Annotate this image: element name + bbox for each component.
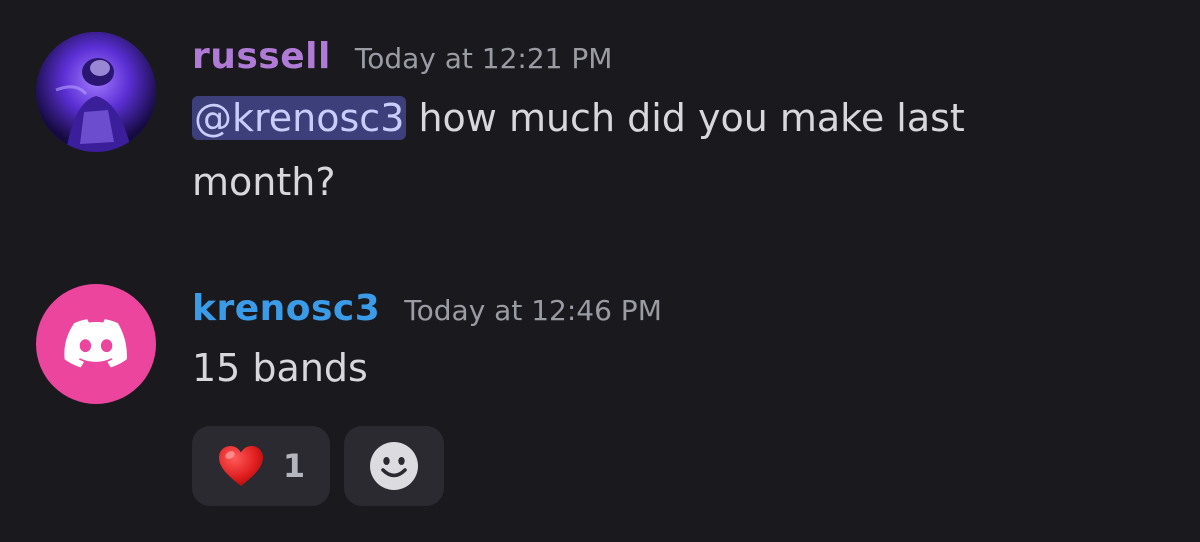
smiley-face-icon (370, 442, 418, 490)
message-content: 15 bands (192, 336, 1092, 400)
discord-logo-icon (64, 319, 127, 368)
message-header: krenosc3 Today at 12:46 PM (192, 288, 662, 329)
message-text: 15 bands (192, 346, 368, 390)
heart-emoji-icon (218, 446, 263, 486)
user-avatar-krenosc3[interactable] (36, 284, 156, 404)
chat-log: russell Today at 12:21 PM @krenosc3 how … (0, 0, 1200, 542)
reactions-bar: 1 (192, 426, 444, 506)
reaction-count: 1 (282, 447, 306, 485)
reaction-heart[interactable]: 1 (192, 426, 330, 506)
user-photo-avatar (36, 32, 156, 152)
user-avatar-russell[interactable] (36, 32, 156, 152)
user-mention[interactable]: @krenosc3 (192, 96, 407, 140)
message-header: russell Today at 12:21 PM (192, 36, 612, 77)
username[interactable]: russell (192, 36, 331, 77)
timestamp: Today at 12:46 PM (404, 294, 662, 327)
message-content: @krenosc3 how much did you make last mon… (192, 86, 1092, 214)
username[interactable]: krenosc3 (192, 288, 380, 329)
timestamp: Today at 12:21 PM (354, 42, 613, 75)
add-reaction-button[interactable] (344, 426, 444, 506)
